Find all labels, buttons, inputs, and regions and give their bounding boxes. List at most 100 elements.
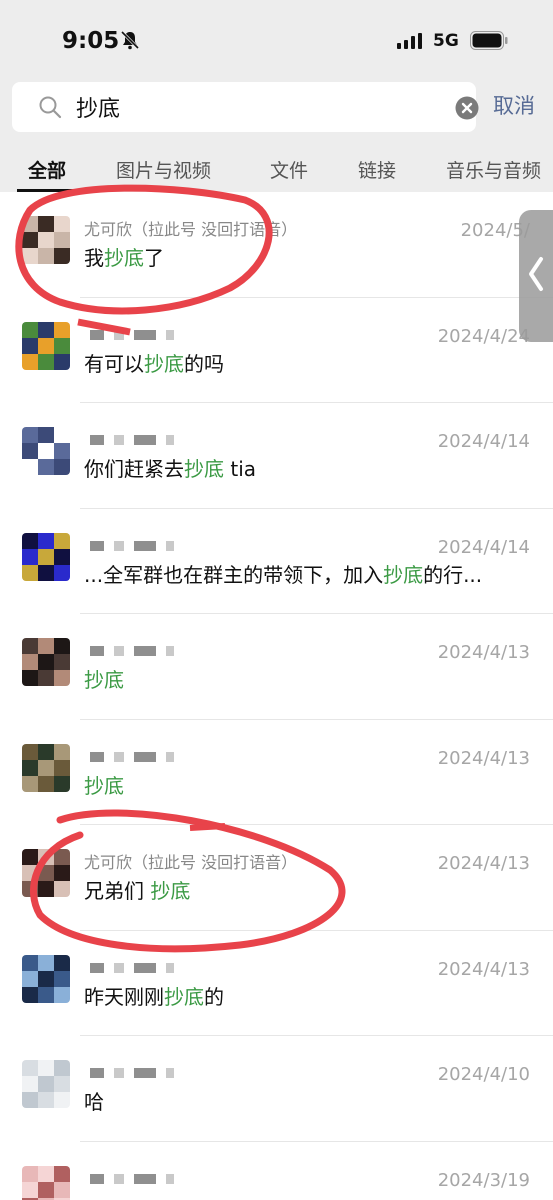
avatar[interactable] [22, 321, 70, 370]
message-snippet: 哈 [84, 1086, 104, 1115]
message-snippet: 你们赶紧去抄底 tia [84, 453, 256, 482]
result-row[interactable]: 昨天刚刚抄底的 2024/4/13 [0, 931, 553, 1036]
result-row[interactable]: 有可以抄底的吗 2024/4/24 [0, 298, 553, 403]
tab-links[interactable]: 链接 [358, 156, 396, 183]
search-box[interactable] [12, 82, 479, 132]
message-date: 2024/4/14 [437, 536, 530, 558]
pixelated-sender [166, 751, 174, 762]
message-date: 2024/4/13 [437, 747, 530, 769]
message-snippet: 兄弟们 抄底 [84, 875, 190, 904]
avatar[interactable] [22, 216, 70, 264]
avatar[interactable] [22, 532, 70, 581]
pixelated-sender [90, 751, 104, 762]
chevron-left-icon[interactable] [527, 256, 545, 292]
pixelated-sender [90, 540, 104, 551]
keyword-highlight: 抄底 [144, 351, 184, 376]
pixelated-sender [114, 329, 124, 340]
battery-icon [470, 31, 508, 50]
results-list: 尤可欣（拉此号 没回打语音） 我抄底了 2024/5/有可以抄底的吗 2024/4/2… [0, 192, 553, 1200]
pixelated-sender [90, 962, 104, 973]
message-date: 2024/4/13 [437, 958, 530, 980]
pixelated-sender [166, 1068, 174, 1078]
result-row[interactable]: 你们赶紧去抄底 tia 2024/4/14 [0, 403, 553, 509]
pixelated-sender [166, 435, 174, 445]
avatar[interactable] [22, 849, 70, 897]
pixelated-sender [90, 1173, 104, 1184]
sender-name: 尤可欣（拉此号 没回打语音） [84, 220, 298, 239]
signal-icon [397, 33, 422, 49]
search-icon [39, 96, 62, 119]
pixelated-sender [134, 751, 156, 762]
pixelated-sender [90, 329, 104, 340]
avatar[interactable] [22, 427, 70, 475]
avatar[interactable] [22, 638, 70, 686]
result-row[interactable]: 2024/3/19 [0, 1142, 553, 1200]
avatar[interactable] [22, 1165, 70, 1200]
keyword-highlight: 抄底 [84, 668, 124, 692]
result-row[interactable]: 哈 2024/4/10 [0, 1036, 553, 1142]
pixelated-sender [90, 646, 104, 656]
message-text: 了 [144, 246, 164, 270]
result-row[interactable]: 抄底 2024/4/13 [0, 614, 553, 720]
keyword-highlight: 抄底 [383, 562, 424, 587]
status-bar: 9:05 5G [0, 0, 553, 80]
cancel-button[interactable]: 取消 [493, 90, 535, 120]
message-date: 2024/4/13 [437, 642, 530, 663]
bell-muted-icon [120, 30, 140, 50]
pixelated-sender [114, 540, 124, 551]
clear-icon[interactable] [455, 96, 479, 120]
keyword-highlight: 抄底 [184, 457, 224, 481]
message-date: 2024/4/10 [437, 1064, 530, 1085]
message-snippet: 抄底 [84, 664, 124, 693]
result-row[interactable]: ...全军群也在群主的带领下，加入抄底的行... 2024/4/14 [0, 509, 553, 614]
message-text: 兄弟们 [84, 879, 151, 903]
message-text: 昨天刚刚 [84, 984, 164, 1009]
tab-files[interactable]: 文件 [270, 156, 308, 183]
message-snippet: 我抄底了 [84, 242, 164, 271]
pixelated-sender [90, 435, 104, 445]
message-date: 2024/3/19 [437, 1169, 530, 1191]
pixelated-sender [114, 751, 124, 762]
pixelated-sender [134, 1173, 156, 1184]
pixelated-sender [166, 646, 174, 656]
pixelated-sender [114, 646, 124, 656]
status-time: 9:05 [62, 28, 120, 54]
pixelated-sender [166, 540, 174, 551]
pixelated-sender [166, 329, 174, 340]
pixelated-sender [114, 962, 124, 973]
message-date: 2024/4/14 [437, 431, 530, 452]
keyword-highlight: 抄底 [104, 246, 144, 270]
pixelated-sender [134, 329, 156, 340]
pixelated-sender [134, 962, 156, 973]
search-input[interactable] [76, 91, 436, 123]
tab-all[interactable]: 全部 [28, 156, 66, 183]
avatar[interactable] [22, 743, 70, 792]
avatar[interactable] [22, 954, 70, 1003]
message-date: 2024/4/24 [437, 325, 530, 347]
message-text: 你们赶紧去 [84, 457, 184, 481]
pixelated-sender [134, 540, 156, 551]
pixelated-sender [90, 1068, 104, 1078]
sender-name: 尤可欣（拉此号 没回打语音） [84, 853, 298, 872]
keyword-highlight: 抄底 [164, 984, 204, 1009]
tab-bar: 全部 图片与视频 文件 链接 音乐与音频 [0, 140, 553, 192]
message-text: tia [224, 457, 257, 481]
message-snippet: ...全军群也在群主的带领下，加入抄底的行... [84, 559, 482, 588]
message-text: 的 [204, 984, 224, 1009]
result-row[interactable]: 尤可欣（拉此号 没回打语音） 我抄底了 2024/5/ [0, 192, 553, 298]
message-date: 2024/4/13 [437, 853, 530, 874]
pixelated-sender [134, 646, 156, 656]
avatar[interactable] [22, 1060, 70, 1108]
tab-images-videos[interactable]: 图片与视频 [116, 156, 211, 183]
pixelated-sender [166, 962, 174, 973]
result-row[interactable]: 抄底 2024/4/13 [0, 720, 553, 825]
pixelated-sender [166, 1173, 174, 1184]
network-label: 5G [433, 31, 459, 51]
result-row[interactable]: 尤可欣（拉此号 没回打语音） 兄弟们 抄底 2024/4/13 [0, 825, 553, 931]
message-text: 哈 [84, 1090, 104, 1114]
pixelated-sender [134, 1068, 156, 1078]
message-snippet: 昨天刚刚抄底的 [84, 981, 224, 1010]
search-row: 取消 [0, 80, 553, 140]
message-text: 的行... [423, 562, 483, 587]
tab-music-audio[interactable]: 音乐与音频 [446, 156, 541, 183]
